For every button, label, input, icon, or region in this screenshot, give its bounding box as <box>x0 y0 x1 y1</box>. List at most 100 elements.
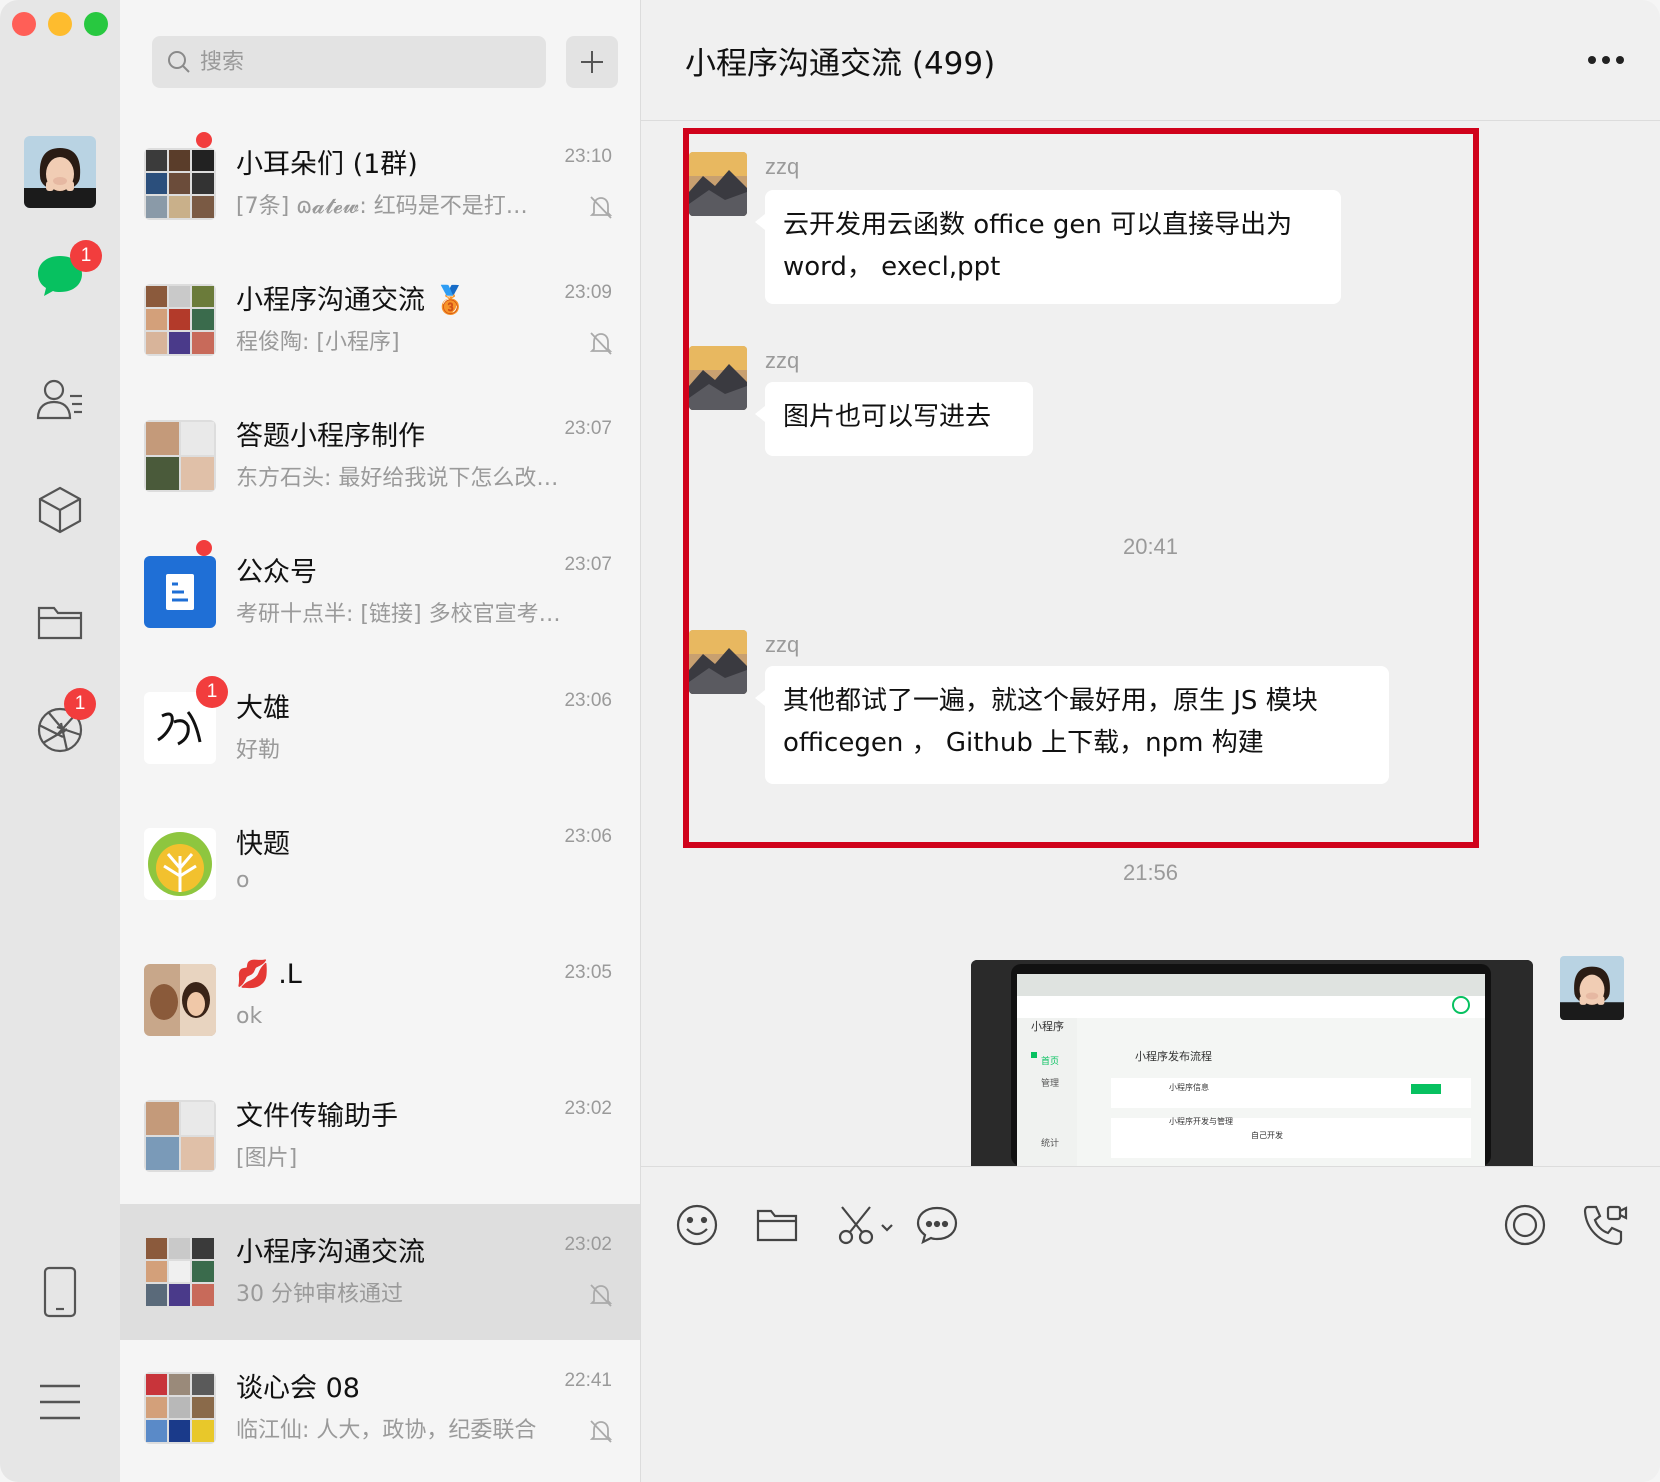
message-bubble[interactable]: 云开发用云函数 office gen 可以直接导出为 word， execl,p… <box>755 190 1341 304</box>
conversation-name: 文件传输助手 <box>236 1101 398 1132</box>
conversation-time: 22:41 <box>564 1370 612 1391</box>
screenshot-row-1: 小程序信息 <box>1169 1083 1209 1092</box>
mute-bell-icon <box>589 332 613 355</box>
image-message[interactable]: 小程序 小程序发布流程 首页 管理 统计 小程序信息 小程序开发与管理 自己开发 <box>971 960 1533 1166</box>
moments-unread-badge: 1 <box>64 688 96 720</box>
sender-avatar[interactable] <box>689 630 747 694</box>
official-accounts-avatar <box>144 556 216 628</box>
conversation-preview: 程俊陶: [小程序] <box>236 330 400 355</box>
chat-timestamp: 20:41 <box>1122 534 1179 559</box>
group-avatar <box>144 1100 216 1172</box>
group-avatar <box>144 1236 216 1308</box>
screenshot-menu-manage: 管理 <box>1041 1079 1060 1089</box>
conversation-item[interactable]: 1 大雄 23:06 好勒 <box>120 660 640 796</box>
emoji-icon[interactable] <box>673 1201 721 1249</box>
search-input[interactable] <box>198 48 532 76</box>
mute-bell-icon <box>589 1420 613 1443</box>
menu-hamburger-icon[interactable] <box>30 1372 90 1432</box>
moments-aperture-icon[interactable]: 1 <box>30 688 96 760</box>
chat-pane: 小程序沟通交流 (499) zzq 云开发用云函数 office gen 可以直… <box>641 0 1660 1482</box>
conversation-time: 23:07 <box>564 418 612 439</box>
sender-avatar[interactable] <box>689 346 747 410</box>
sender-name: zzq <box>765 154 800 179</box>
plus-icon <box>581 51 603 73</box>
conversation-preview: 临江仙: 人大，政协，纪委联合 <box>236 1418 537 1443</box>
minimize-window-button[interactable] <box>48 12 72 36</box>
conversation-item[interactable]: 文件传输助手 23:02 [图片] <box>120 1068 640 1204</box>
live-stream-circle-icon[interactable] <box>1501 1201 1549 1249</box>
conversation-time: 23:09 <box>564 282 612 303</box>
contact-avatar <box>144 964 216 1036</box>
more-options-icon[interactable] <box>1584 48 1628 72</box>
conversation-time: 23:05 <box>564 962 612 983</box>
conversation-preview: 好勒 <box>236 738 281 763</box>
group-avatar <box>144 420 216 492</box>
conversation-preview: 考研十点半: [链接] 多校官宣考… <box>236 602 561 627</box>
search-icon <box>168 51 190 73</box>
message-bubble[interactable]: 其他都试了一遍，就这个最好用，原生 JS 模块 officegen ， Gith… <box>755 666 1389 784</box>
conversation-item[interactable]: 💋 .L 23:05 ok <box>120 932 640 1068</box>
message-text: 图片也可以写进去 <box>783 402 992 432</box>
sender-name: zzq <box>765 348 800 373</box>
screenshot-heading: 小程序发布流程 <box>1135 1050 1212 1063</box>
conversation-item[interactable]: 快题 23:06 o <box>120 796 640 932</box>
send-file-folder-icon[interactable] <box>753 1201 801 1249</box>
add-chat-button[interactable] <box>566 36 618 88</box>
message-text: word， execl,ppt <box>783 252 1001 282</box>
voice-video-call-icon[interactable] <box>1581 1201 1629 1249</box>
group-avatar <box>144 148 216 220</box>
conversation-preview: [图片] <box>236 1146 298 1171</box>
screenshot-app-name: 小程序 <box>1031 1020 1064 1033</box>
my-avatar[interactable] <box>24 136 96 208</box>
conversation-preview: 30 分钟审核通过 <box>236 1282 403 1307</box>
composer[interactable] <box>641 1166 1660 1482</box>
conversation-time: 23:06 <box>564 690 612 711</box>
message-bubble[interactable]: 图片也可以写进去 <box>755 382 1033 456</box>
unread-count-badge: 1 <box>196 676 228 708</box>
conversation-name: 谈心会 08 <box>236 1373 360 1404</box>
close-window-button[interactable] <box>12 12 36 36</box>
contact-avatar <box>144 828 216 900</box>
message-text: 其他都试了一遍，就这个最好用，原生 JS 模块 <box>783 686 1318 716</box>
conversation-preview: ok <box>236 1004 263 1029</box>
screenshot-row-2: 小程序开发与管理 <box>1169 1117 1233 1126</box>
sender-avatar[interactable] <box>689 152 747 216</box>
files-folder-icon[interactable] <box>30 592 90 652</box>
group-avatar <box>144 1372 216 1444</box>
chat-timestamp: 21:56 <box>1122 860 1179 885</box>
conversation-time: 23:06 <box>564 826 612 847</box>
screenshot-menu-home: 首页 <box>1041 1057 1060 1067</box>
conversation-preview: [7条] ɷ𝓪𝓽𝓮𝔀: 红码是不是打… <box>236 194 528 219</box>
conversation-item-active[interactable]: 小程序沟通交流 23:02 30 分钟审核通过 <box>120 1204 640 1340</box>
conversation-item[interactable]: 小耳朵们 (1群) 23:10 [7条] ɷ𝓪𝓽𝓮𝔀: 红码是不是打… <box>120 116 640 252</box>
conversation-item[interactable]: 答题小程序制作 23:07 东方石头: 最好给我说下怎么改… <box>120 388 640 524</box>
sender-name: zzq <box>765 632 800 657</box>
chat-title: 小程序沟通交流 (499) <box>685 46 996 82</box>
conversation-item[interactable]: 公众号 23:07 考研十点半: [链接] 多校官宣考… <box>120 524 640 660</box>
nav-rail: 1 1 <box>0 0 120 1482</box>
conversation-name: 公众号 <box>236 557 317 588</box>
search-box[interactable] <box>152 36 546 88</box>
conversation-name: 小程序沟通交流 <box>236 1237 425 1268</box>
conversation-name: 答题小程序制作 <box>236 421 425 452</box>
chats-icon[interactable]: 1 <box>30 240 102 306</box>
conversation-item[interactable]: 谈心会 08 22:41 临江仙: 人大，政协，纪委联合 <box>120 1340 640 1476</box>
conversation-preview: 东方石头: 最好给我说下怎么改… <box>236 466 559 491</box>
mute-bell-icon <box>589 1284 613 1307</box>
conversation-preview: o <box>236 868 250 893</box>
phone-mobile-icon[interactable] <box>30 1262 90 1322</box>
contacts-icon[interactable] <box>30 370 90 430</box>
wechat-window: 1 1 搜索 小耳朵们 (1群) 23:10 [7条] ɷ𝓪𝓽𝓮𝔀: 红码是不是… <box>0 0 1660 1482</box>
mini-programs-cube-icon[interactable] <box>30 480 90 540</box>
mute-bell-icon <box>589 196 613 219</box>
screenshot-scissors-icon[interactable] <box>833 1201 903 1249</box>
conversation-time: 23:07 <box>564 554 612 575</box>
chat-history-bubble-icon[interactable] <box>913 1201 961 1249</box>
zoom-window-button[interactable] <box>84 12 108 36</box>
group-avatar <box>144 284 216 356</box>
conversation-name: 大雄 <box>236 693 290 724</box>
unread-dot <box>196 132 212 148</box>
conversation-time: 23:02 <box>564 1234 612 1255</box>
conversation-item[interactable]: 小程序沟通交流 🥉 23:09 程俊陶: [小程序] <box>120 252 640 388</box>
self-avatar[interactable] <box>1560 956 1624 1020</box>
